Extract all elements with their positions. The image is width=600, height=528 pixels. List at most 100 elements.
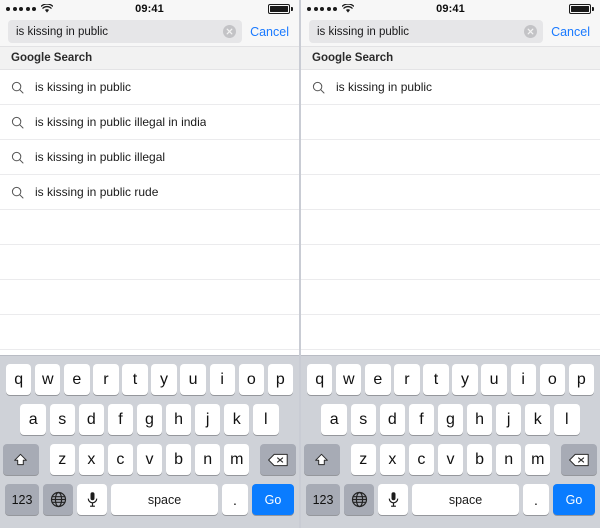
list-item-label: is kissing in public <box>336 80 433 94</box>
key-e[interactable]: e <box>365 364 391 395</box>
search-input[interactable]: is kissing in public <box>8 20 243 43</box>
magnifier-icon <box>11 116 24 129</box>
key-u[interactable]: u <box>180 364 206 395</box>
list-item[interactable]: is kissing in public illegal <box>0 140 299 175</box>
backspace-icon[interactable] <box>561 444 598 475</box>
microphone-icon[interactable] <box>77 484 107 515</box>
list-item-empty <box>0 245 299 280</box>
key-t[interactable]: t <box>423 364 449 395</box>
list-item[interactable]: is kissing in public <box>0 70 299 105</box>
magnifier-icon <box>11 186 24 199</box>
period-key[interactable]: . <box>222 484 248 515</box>
key-o[interactable]: o <box>238 364 264 395</box>
key-u[interactable]: u <box>481 364 507 395</box>
key-y[interactable]: y <box>452 364 478 395</box>
list-item[interactable]: is kissing in public rude <box>0 175 299 210</box>
key-x[interactable]: x <box>379 444 406 475</box>
key-r[interactable]: r <box>394 364 420 395</box>
status-bar-clock: 09:41 <box>436 2 465 15</box>
clear-circle-icon[interactable] <box>223 25 237 38</box>
key-w[interactable]: w <box>336 364 362 395</box>
key-n[interactable]: n <box>194 444 221 475</box>
clear-circle-icon[interactable] <box>524 25 538 38</box>
cancel-button[interactable]: Cancel <box>250 25 291 39</box>
key-b[interactable]: b <box>165 444 192 475</box>
key-e[interactable]: e <box>64 364 90 395</box>
key-m[interactable]: m <box>224 444 250 475</box>
globe-icon[interactable] <box>43 484 73 515</box>
key-l[interactable]: l <box>554 404 580 435</box>
shift-arrow-icon[interactable] <box>303 444 340 475</box>
key-q[interactable]: q <box>306 364 333 395</box>
magnifier-icon <box>11 81 24 94</box>
period-key[interactable]: . <box>523 484 549 515</box>
list-item-empty <box>0 315 299 350</box>
key-p[interactable]: p <box>568 364 595 395</box>
go-button[interactable]: Go <box>553 484 595 515</box>
keyboard-row-3: z x c v b n m <box>0 444 299 475</box>
list-item-label: is kissing in public illegal <box>35 150 166 164</box>
key-i[interactable]: i <box>510 364 536 395</box>
key-n[interactable]: n <box>495 444 522 475</box>
key-g[interactable]: g <box>136 404 163 435</box>
key-d[interactable]: d <box>379 404 406 435</box>
key-g[interactable]: g <box>437 404 464 435</box>
key-x[interactable]: x <box>78 444 105 475</box>
key-z[interactable]: z <box>49 444 75 475</box>
numbers-key[interactable]: 123 <box>5 484 39 515</box>
status-bar-clock: 09:41 <box>135 2 164 15</box>
key-v[interactable]: v <box>437 444 464 475</box>
microphone-icon[interactable] <box>378 484 408 515</box>
suggestions-list-left: Google Search is kissing in public is ki… <box>0 47 299 355</box>
key-c[interactable]: c <box>408 444 435 475</box>
key-p[interactable]: p <box>267 364 294 395</box>
key-j[interactable]: j <box>495 404 522 435</box>
numbers-key[interactable]: 123 <box>306 484 340 515</box>
keyboard-row-2: a s d f g h j k l <box>0 404 299 435</box>
key-l[interactable]: l <box>253 404 279 435</box>
list-item[interactable]: is kissing in public <box>301 70 600 105</box>
key-j[interactable]: j <box>194 404 221 435</box>
key-y[interactable]: y <box>151 364 177 395</box>
keyboard-row-3: z x c v b n m <box>301 444 600 475</box>
go-button[interactable]: Go <box>252 484 294 515</box>
key-a[interactable]: a <box>20 404 46 435</box>
status-bar: 09:41 <box>0 0 299 17</box>
space-key[interactable]: space <box>111 484 218 515</box>
key-t[interactable]: t <box>122 364 148 395</box>
key-v[interactable]: v <box>136 444 163 475</box>
list-item[interactable]: is kissing in public illegal in india <box>0 105 299 140</box>
key-b[interactable]: b <box>466 444 493 475</box>
key-h[interactable]: h <box>466 404 493 435</box>
key-w[interactable]: w <box>35 364 61 395</box>
key-z[interactable]: z <box>350 444 376 475</box>
virtual-keyboard: q w e r t y u i o p a s d f g h j k l z … <box>301 355 600 528</box>
key-q[interactable]: q <box>5 364 32 395</box>
list-item-empty <box>301 210 600 245</box>
key-m[interactable]: m <box>525 444 551 475</box>
backspace-icon[interactable] <box>260 444 297 475</box>
key-f[interactable]: f <box>408 404 435 435</box>
list-item-label: is kissing in public rude <box>35 185 159 199</box>
search-bar: is kissing in public Cancel <box>0 17 299 47</box>
key-f[interactable]: f <box>107 404 134 435</box>
search-input[interactable]: is kissing in public <box>309 20 544 43</box>
shift-arrow-icon[interactable] <box>2 444 39 475</box>
key-s[interactable]: s <box>350 404 376 435</box>
key-c[interactable]: c <box>107 444 134 475</box>
key-s[interactable]: s <box>49 404 75 435</box>
globe-icon[interactable] <box>344 484 374 515</box>
cancel-button[interactable]: Cancel <box>551 25 592 39</box>
list-item-empty <box>301 315 600 350</box>
key-h[interactable]: h <box>165 404 192 435</box>
key-k[interactable]: k <box>224 404 250 435</box>
key-a[interactable]: a <box>321 404 347 435</box>
key-d[interactable]: d <box>78 404 105 435</box>
key-o[interactable]: o <box>539 364 565 395</box>
dual-phone-comparison: 09:41 is kissing in public Cancel Google… <box>0 0 600 528</box>
key-r[interactable]: r <box>93 364 119 395</box>
space-key[interactable]: space <box>412 484 519 515</box>
key-k[interactable]: k <box>525 404 551 435</box>
key-i[interactable]: i <box>209 364 235 395</box>
list-item-empty <box>301 245 600 280</box>
